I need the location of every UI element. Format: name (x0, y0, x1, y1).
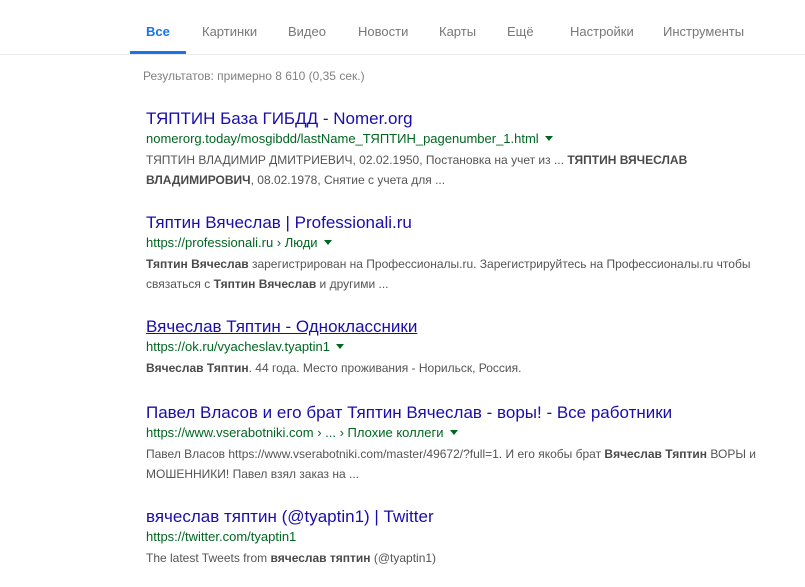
active-tab-indicator (130, 51, 186, 54)
snippet-highlight: Вячеслав Тяптин (604, 447, 708, 461)
result-url-text[interactable]: https://professionali.ru › Люди (146, 235, 318, 250)
search-result: Тяптин Вячеслав | Professionali.ru https… (146, 212, 776, 294)
result-snippet: The latest Tweets from вячеслав тяптин (… (146, 548, 776, 568)
search-tabs-bar: Все Картинки Видео Новости Карты Ещё Нас… (0, 0, 805, 55)
tab-settings[interactable]: Настройки (570, 24, 634, 39)
search-result: Вячеслав Тяптин - Одноклассники https://… (146, 316, 776, 378)
result-url-text[interactable]: https://twitter.com/tyaptin1 (146, 529, 296, 544)
result-url-text[interactable]: nomerorg.today/mosgibdd/lastName_ТЯПТИН_… (146, 131, 539, 146)
snippet-text: (@tyaptin1) (370, 551, 437, 565)
tab-videos[interactable]: Видео (288, 24, 326, 39)
snippet-text: ТЯПТИН ВЛАДИМИР ДМИТРИЕВИЧ, 02.02.1950, … (146, 153, 568, 167)
snippet-text: и другими ... (316, 277, 389, 291)
result-snippet: Тяптин Вячеслав зарегистрирован на Профе… (146, 254, 776, 294)
url-dropdown-icon[interactable] (544, 136, 553, 142)
tab-all[interactable]: Все (146, 24, 170, 39)
result-url: https://ok.ru/vyacheslav.tyaptin1 (146, 338, 776, 356)
result-url-text[interactable]: https://ok.ru/vyacheslav.tyaptin1 (146, 339, 330, 354)
result-title-link[interactable]: Тяптин Вячеслав | Professionali.ru (146, 212, 776, 234)
snippet-text: , 08.02.1978, Снятие с учета для ... (250, 173, 446, 187)
snippet-text: . 44 года. Место проживания - Норильск, … (248, 361, 522, 375)
result-url: https://www.vserabotniki.com › ... › Пло… (146, 424, 776, 442)
search-result: ТЯПТИН База ГИБДД - Nomer.org nomerorg.t… (146, 108, 776, 190)
result-title-link[interactable]: Вячеслав Тяптин - Одноклассники (146, 316, 776, 338)
tab-more[interactable]: Ещё (507, 24, 534, 39)
snippet-highlight: Вячеслав Тяптин (146, 361, 249, 375)
tab-tools[interactable]: Инструменты (663, 24, 744, 39)
snippet-highlight: Тяптин Вячеслав (213, 277, 317, 291)
url-dropdown-icon[interactable] (323, 240, 332, 246)
url-dropdown-icon[interactable] (336, 344, 345, 350)
url-dropdown-icon[interactable] (449, 430, 458, 436)
result-stats: Результатов: примерно 8 610 (0,35 сек.) (143, 69, 365, 83)
result-title-link[interactable]: Павел Власов и его брат Тяптин Вячеслав … (146, 402, 776, 424)
result-url: https://professionali.ru › Люди (146, 234, 776, 252)
snippet-text: Павел Власов https://www.vserabotniki.co… (146, 447, 605, 461)
snippet-highlight: Тяптин Вячеслав (146, 257, 249, 271)
result-url: nomerorg.today/mosgibdd/lastName_ТЯПТИН_… (146, 130, 776, 148)
tab-maps[interactable]: Карты (439, 24, 476, 39)
snippet-highlight: вячеслав тяптин (270, 551, 371, 565)
tab-news[interactable]: Новости (358, 24, 408, 39)
result-snippet: ТЯПТИН ВЛАДИМИР ДМИТРИЕВИЧ, 02.02.1950, … (146, 150, 776, 190)
tab-images[interactable]: Картинки (202, 24, 257, 39)
result-snippet: Вячеслав Тяптин. 44 года. Место проживан… (146, 358, 776, 378)
result-title-link[interactable]: ТЯПТИН База ГИБДД - Nomer.org (146, 108, 776, 130)
result-title-link[interactable]: вячеслав тяптин (@tyaptin1) | Twitter (146, 506, 776, 528)
search-result: вячеслав тяптин (@tyaptin1) | Twitter ht… (146, 506, 776, 568)
search-result: Павел Власов и его брат Тяптин Вячеслав … (146, 402, 776, 484)
result-url: https://twitter.com/tyaptin1 (146, 528, 776, 546)
snippet-text: The latest Tweets from (146, 551, 271, 565)
result-snippet: Павел Власов https://www.vserabotniki.co… (146, 444, 776, 484)
result-url-text[interactable]: https://www.vserabotniki.com › ... › Пло… (146, 425, 444, 440)
